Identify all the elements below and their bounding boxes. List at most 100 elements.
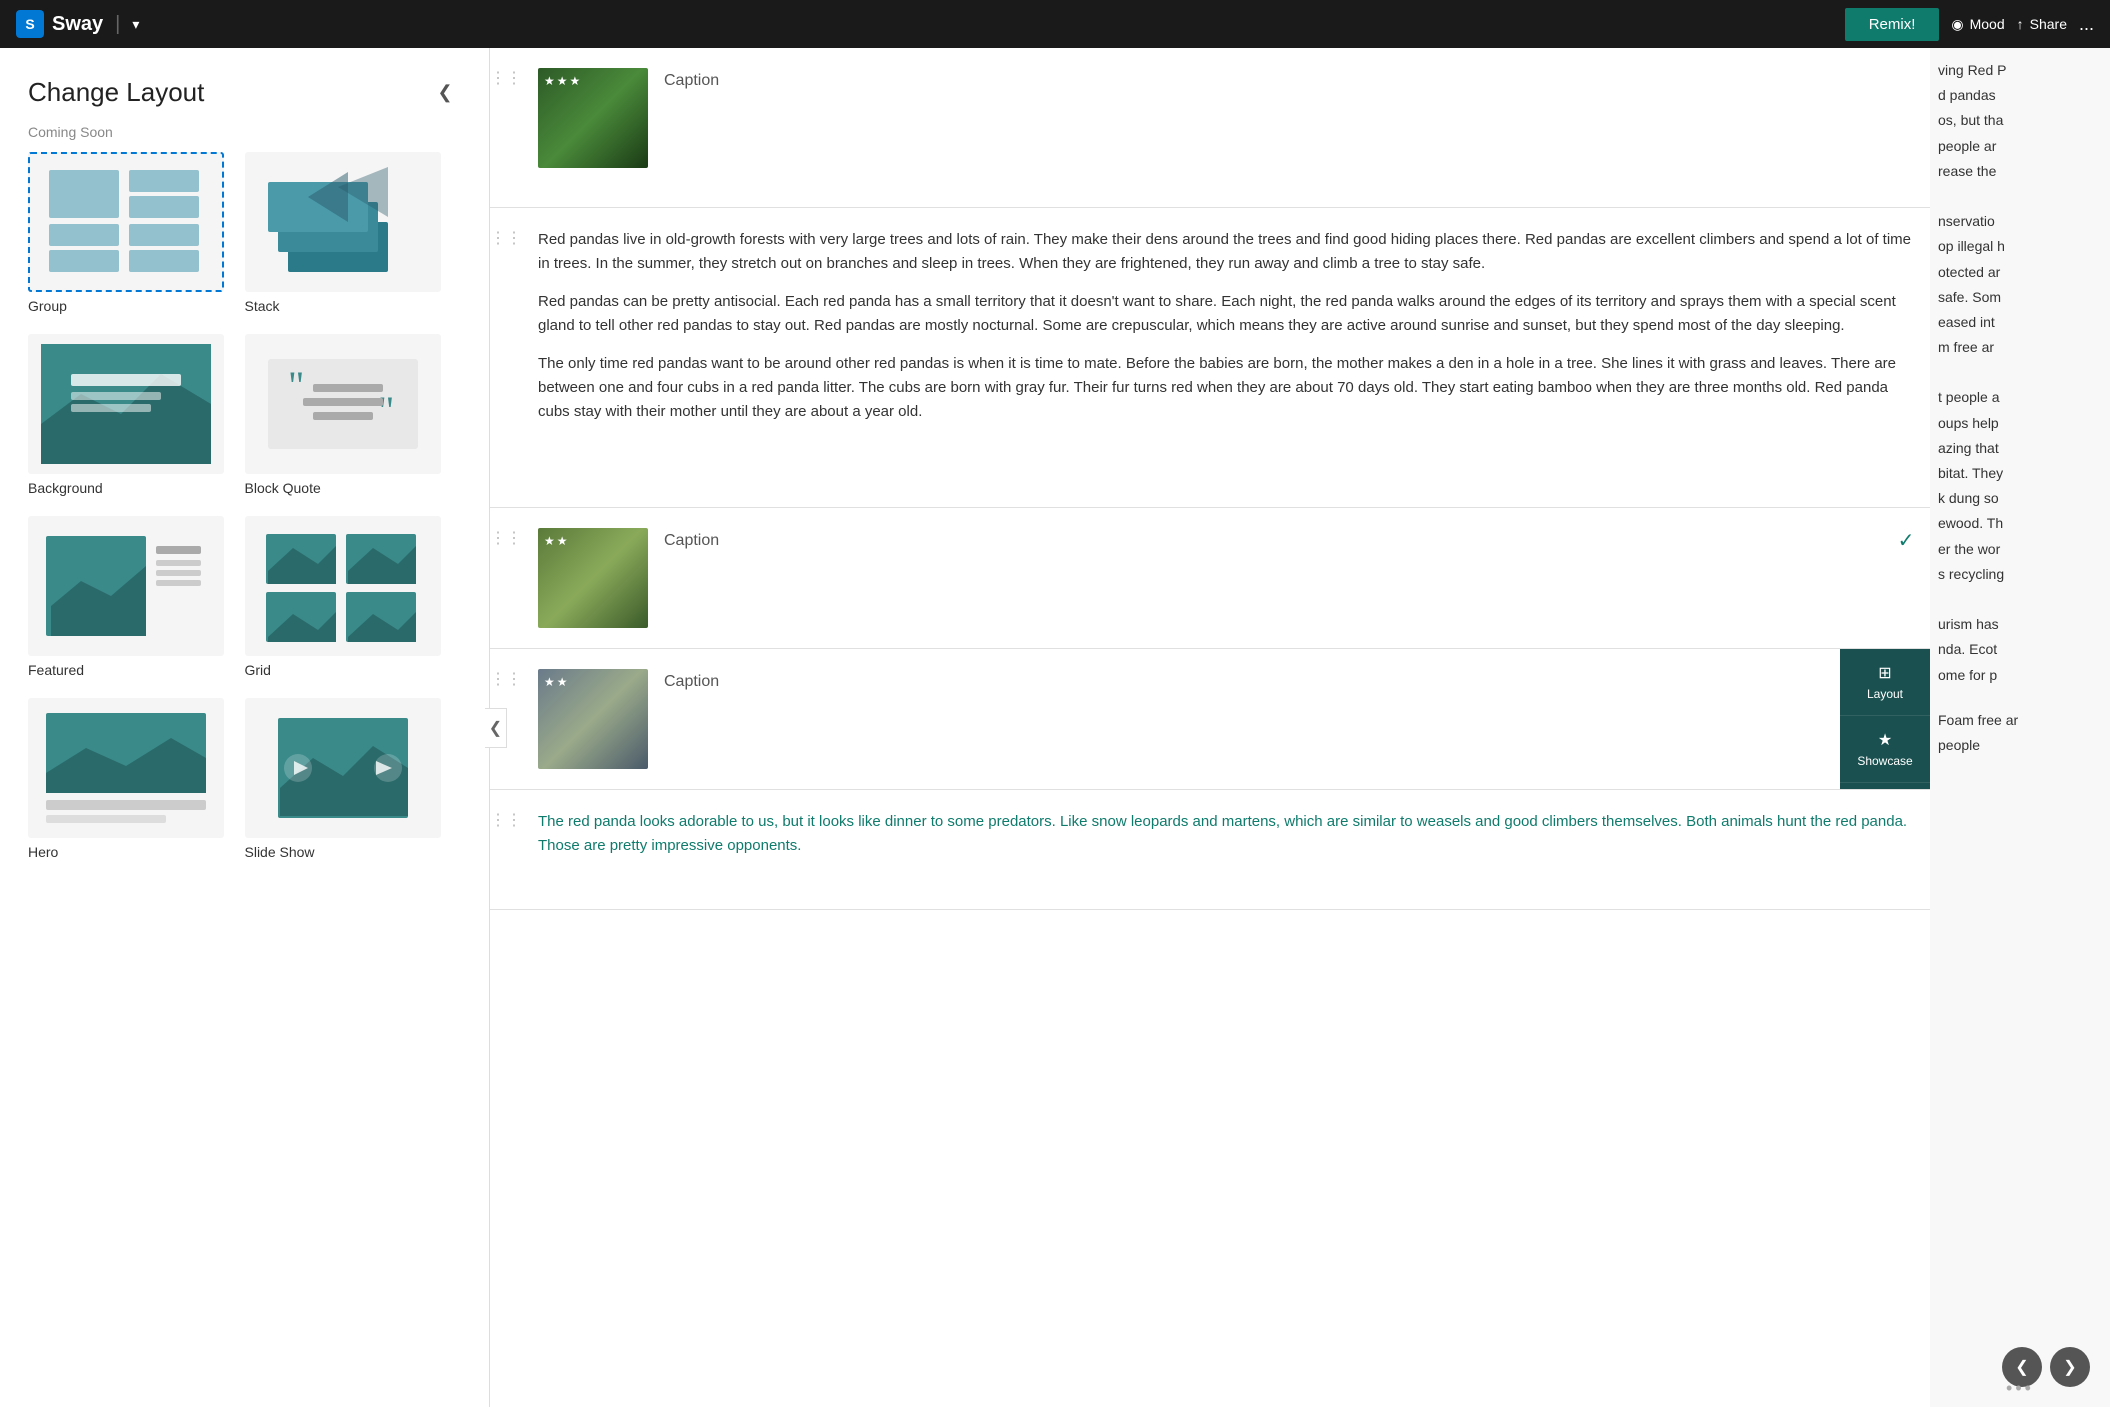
far-right-line-13 (1938, 360, 2102, 385)
far-right-line-16: azing that (1938, 436, 2102, 461)
logo-icon: S (16, 10, 44, 38)
layout-label-grid: Grid (245, 662, 271, 678)
stars-3: ★ ★ (544, 534, 568, 548)
layout-item-group[interactable]: Group (28, 152, 245, 314)
layout-item-featured[interactable]: Featured (28, 516, 245, 678)
card-5-content: The red panda looks adorable to us, but … (522, 790, 1930, 878)
context-menu-layout[interactable]: ⊞ Layout (1840, 649, 1930, 716)
caption-text-3[interactable]: Caption (664, 528, 719, 550)
far-right-line-25: ome for p (1938, 663, 2102, 688)
quote-block: The red panda looks adorable to us, but … (538, 810, 1914, 858)
content-card-5: ⋮⋮ The red panda looks adorable to us, b… (490, 790, 1930, 910)
para-3: The only time red pandas want to be arou… (538, 352, 1914, 424)
context-menu-showcase[interactable]: ★ Showcase (1840, 716, 1930, 783)
layout-thumb-slide-show (245, 698, 441, 838)
layout-label-hero: Hero (28, 844, 58, 860)
image-thumb-3[interactable]: ★ ★ (538, 528, 648, 628)
coming-soon-label: Coming Soon (0, 124, 489, 152)
layout-item-block-quote[interactable]: " " Block Quote (245, 334, 462, 496)
drag-handle-3[interactable]: ⋮⋮ (490, 508, 522, 548)
layout-thumb-grid (245, 516, 441, 656)
layout-thumb-block-quote: " " (245, 334, 441, 474)
layout-item-hero[interactable]: Hero (28, 698, 245, 860)
img-caption-row-4: ★ ★ Caption (538, 669, 1866, 769)
more-button[interactable]: ... (2079, 14, 2094, 35)
content-card-4: ⋮⋮ ★ ★ Caption ✓ ⊞ (490, 649, 1930, 790)
far-right-line-8: op illegal h (1938, 234, 2102, 259)
next-arrow[interactable]: ❯ (2050, 1347, 2090, 1387)
layout-thumb-featured (28, 516, 224, 656)
svg-text:": " (378, 388, 394, 433)
content-card-2: ⋮⋮ Red pandas live in old-growth forests… (490, 208, 1930, 508)
layout-label: Layout (1867, 687, 1903, 701)
check-icon-3: ✓ (1882, 508, 1930, 553)
far-right-line-21: s recycling (1938, 562, 2102, 587)
showcase-icon: ★ (1878, 730, 1892, 750)
layout-label-featured: Featured (28, 662, 84, 678)
far-right-line-6 (1938, 184, 2102, 209)
context-menu-delete[interactable]: Delete (1840, 783, 1930, 826)
content-card-1: ⋮⋮ ★ ★ ★ Caption (490, 48, 1930, 208)
panel-title: Change Layout (28, 77, 204, 108)
caption-text-4[interactable]: Caption (664, 669, 719, 691)
image-thumb-4[interactable]: ★ ★ (538, 669, 648, 769)
layout-label-background: Background (28, 480, 103, 496)
far-right-line-18: k dung so (1938, 486, 2102, 511)
card-1-content: ★ ★ ★ Caption (522, 48, 1930, 188)
stars-1: ★ ★ ★ (544, 74, 580, 88)
para-2: Red pandas can be pretty antisocial. Eac… (538, 290, 1914, 338)
layout-item-stack[interactable]: Stack (245, 152, 462, 314)
top-navigation: S Sway | ▾ Remix! ◉ Mood ↑ Share ... (0, 0, 2110, 48)
svg-text:": " (288, 363, 304, 408)
layout-icon: ⊞ (1878, 663, 1891, 683)
far-right-text: ving Red P d pandas os, but tha people a… (1930, 48, 2110, 768)
bottom-dots: ••• (2006, 1378, 2034, 1399)
far-right-line-17: bitat. They (1938, 461, 2102, 486)
far-right-line-5: rease the (1938, 159, 2102, 184)
layout-label-block-quote: Block Quote (245, 480, 321, 496)
far-right-panel: ving Red P d pandas os, but tha people a… (1930, 48, 2110, 1407)
image-thumb-1[interactable]: ★ ★ ★ (538, 68, 648, 168)
card-2-content: Red pandas live in old-growth forests wi… (522, 208, 1930, 444)
share-button[interactable]: ↑ Share (2017, 16, 2067, 32)
layout-item-slide-show[interactable]: Slide Show (245, 698, 462, 860)
app-logo: S Sway (16, 10, 103, 38)
layout-item-background[interactable]: Background (28, 334, 245, 496)
left-panel: Change Layout ❮ Coming Soon (0, 48, 490, 1407)
para-1: Red pandas live in old-growth forests wi… (538, 228, 1914, 276)
panel-header: Change Layout ❮ (0, 48, 489, 124)
far-right-line-10: safe. Som (1938, 285, 2102, 310)
far-right-line-22 (1938, 587, 2102, 612)
drag-handle-1[interactable]: ⋮⋮ (490, 48, 522, 88)
showcase-label: Showcase (1857, 754, 1912, 768)
remix-button[interactable]: Remix! (1845, 8, 1940, 41)
far-right-foam: Foam free ar (1938, 708, 2102, 733)
drag-handle-5[interactable]: ⋮⋮ (490, 790, 522, 830)
mood-button[interactable]: ◉ Mood (1951, 16, 2004, 33)
far-right-line-19: ewood. Th (1938, 511, 2102, 536)
img-caption-row-1: ★ ★ ★ Caption (538, 68, 1914, 168)
drag-handle-2[interactable]: ⋮⋮ (490, 208, 522, 248)
nav-dropdown[interactable]: ▾ (132, 16, 139, 33)
far-right-line-9: otected ar (1938, 260, 2102, 285)
caption-text-1[interactable]: Caption (664, 68, 719, 90)
drag-handle-4[interactable]: ⋮⋮ (490, 649, 522, 689)
layout-thumb-background (28, 334, 224, 474)
panel-edge-collapse[interactable]: ❮ (485, 708, 507, 748)
far-right-line-12: m free ar (1938, 335, 2102, 360)
far-right-line-23: urism has (1938, 612, 2102, 637)
context-menu: ⊞ Layout ★ Showcase Delete (1840, 649, 1930, 789)
layout-thumb-stack (245, 152, 441, 292)
far-right-line-7: nservatio (1938, 209, 2102, 234)
far-right-content: ving Red P d pandas os, but tha people a… (1938, 58, 2102, 758)
card-3-content: ★ ★ Caption (522, 508, 1882, 648)
far-right-people: people (1938, 733, 2102, 758)
layout-label-stack: Stack (245, 298, 280, 314)
collapse-button[interactable]: ❮ (429, 76, 461, 108)
far-right-line-1: ving Red P (1938, 58, 2102, 83)
layout-item-grid[interactable]: Grid (245, 516, 462, 678)
layout-label-slide-show: Slide Show (245, 844, 315, 860)
far-right-line-15: oups help (1938, 411, 2102, 436)
text-block-1: Red pandas live in old-growth forests wi… (538, 228, 1914, 424)
far-right-line-4: people ar (1938, 134, 2102, 159)
